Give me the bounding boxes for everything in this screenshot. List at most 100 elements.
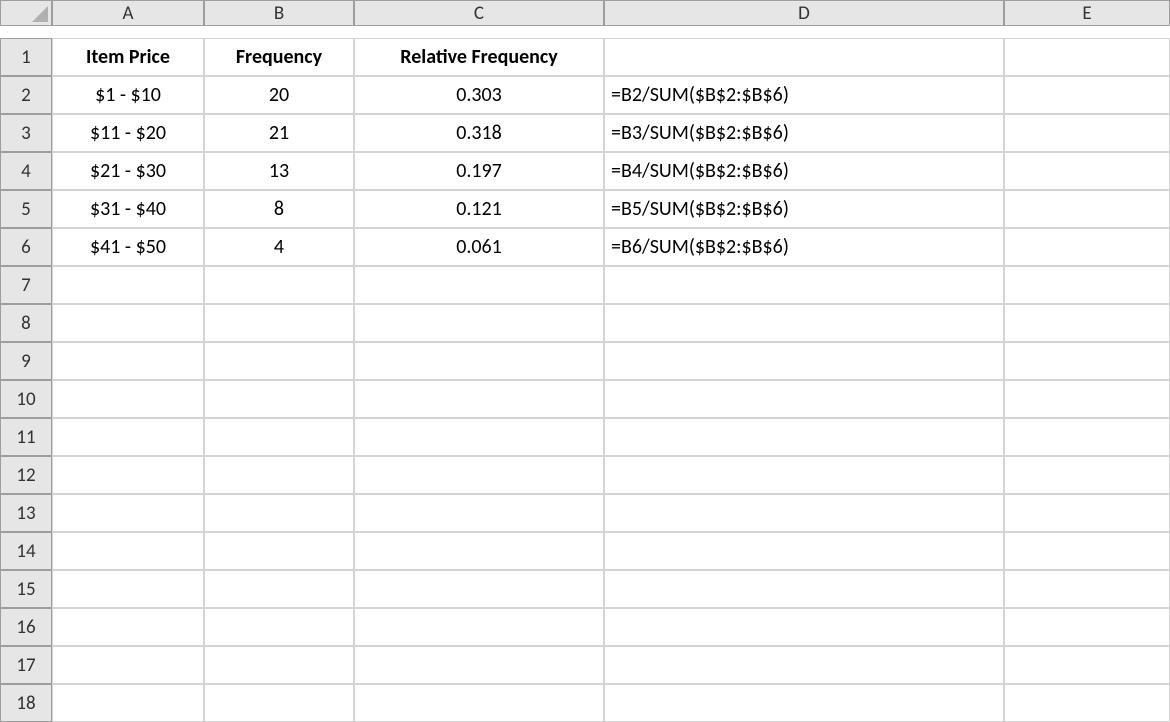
cell-C5[interactable]: 0.121 [354,190,604,228]
cell-B4[interactable]: 13 [204,152,354,190]
cell-E7[interactable] [1004,266,1170,304]
cell-D2[interactable]: =B2/SUM($B$2:$B$6) [604,76,1004,114]
cell-E13[interactable] [1004,494,1170,532]
cell-C8[interactable] [354,304,604,342]
cell-C15[interactable] [354,570,604,608]
row-header-1[interactable]: 1 [0,38,52,76]
cell-C12[interactable] [354,456,604,494]
cell-B17[interactable] [204,646,354,684]
cell-A15[interactable] [52,570,204,608]
cell-B12[interactable] [204,456,354,494]
cell-E2[interactable] [1004,76,1170,114]
cell-A17[interactable] [52,646,204,684]
cell-D14[interactable] [604,532,1004,570]
cell-D7[interactable] [604,266,1004,304]
cell-A1[interactable]: Item Price [52,38,204,76]
row-header-5[interactable]: 5 [0,190,52,228]
col-header-A[interactable]: A [52,0,204,26]
cell-C17[interactable] [354,646,604,684]
cell-E4[interactable] [1004,152,1170,190]
row-header-10[interactable]: 10 [0,380,52,418]
cell-B10[interactable] [204,380,354,418]
cell-A13[interactable] [52,494,204,532]
row-header-4[interactable]: 4 [0,152,52,190]
cell-B7[interactable] [204,266,354,304]
cell-E18[interactable] [1004,684,1170,722]
row-header-11[interactable]: 11 [0,418,52,456]
cell-D11[interactable] [604,418,1004,456]
row-header-16[interactable]: 16 [0,608,52,646]
cell-A8[interactable] [52,304,204,342]
cell-C10[interactable] [354,380,604,418]
row-header-12[interactable]: 12 [0,456,52,494]
row-header-3[interactable]: 3 [0,114,52,152]
cell-B15[interactable] [204,570,354,608]
cell-D10[interactable] [604,380,1004,418]
cell-E17[interactable] [1004,646,1170,684]
cell-E1[interactable] [1004,38,1170,76]
select-all-corner[interactable] [0,0,52,26]
spreadsheet-grid[interactable]: A B C D E 1 Item Price Frequency Relativ… [0,0,1170,722]
cell-C1[interactable]: Relative Frequency [354,38,604,76]
cell-B9[interactable] [204,342,354,380]
cell-C11[interactable] [354,418,604,456]
row-header-15[interactable]: 15 [0,570,52,608]
cell-C16[interactable] [354,608,604,646]
cell-B16[interactable] [204,608,354,646]
cell-D12[interactable] [604,456,1004,494]
cell-E14[interactable] [1004,532,1170,570]
cell-A4[interactable]: $21 - $30 [52,152,204,190]
cell-A3[interactable]: $11 - $20 [52,114,204,152]
row-header-6[interactable]: 6 [0,228,52,266]
cell-A5[interactable]: $31 - $40 [52,190,204,228]
cell-B1[interactable]: Frequency [204,38,354,76]
cell-D16[interactable] [604,608,1004,646]
cell-C2[interactable]: 0.303 [354,76,604,114]
row-header-8[interactable]: 8 [0,304,52,342]
cell-E3[interactable] [1004,114,1170,152]
cell-C4[interactable]: 0.197 [354,152,604,190]
cell-A10[interactable] [52,380,204,418]
cell-D13[interactable] [604,494,1004,532]
cell-A14[interactable] [52,532,204,570]
row-header-17[interactable]: 17 [0,646,52,684]
cell-D9[interactable] [604,342,1004,380]
cell-A9[interactable] [52,342,204,380]
cell-C3[interactable]: 0.318 [354,114,604,152]
cell-B5[interactable]: 8 [204,190,354,228]
cell-A12[interactable] [52,456,204,494]
cell-C9[interactable] [354,342,604,380]
row-header-18[interactable]: 18 [0,684,52,722]
cell-C18[interactable] [354,684,604,722]
cell-A2[interactable]: $1 - $10 [52,76,204,114]
cell-D3[interactable]: =B3/SUM($B$2:$B$6) [604,114,1004,152]
col-header-C[interactable]: C [354,0,604,26]
row-header-9[interactable]: 9 [0,342,52,380]
cell-E10[interactable] [1004,380,1170,418]
cell-E5[interactable] [1004,190,1170,228]
cell-B18[interactable] [204,684,354,722]
cell-A16[interactable] [52,608,204,646]
cell-E15[interactable] [1004,570,1170,608]
cell-C6[interactable]: 0.061 [354,228,604,266]
cell-B11[interactable] [204,418,354,456]
col-header-B[interactable]: B [204,0,354,26]
cell-E16[interactable] [1004,608,1170,646]
cell-D15[interactable] [604,570,1004,608]
cell-B13[interactable] [204,494,354,532]
cell-D18[interactable] [604,684,1004,722]
cell-E11[interactable] [1004,418,1170,456]
row-header-14[interactable]: 14 [0,532,52,570]
cell-E12[interactable] [1004,456,1170,494]
row-header-7[interactable]: 7 [0,266,52,304]
cell-E8[interactable] [1004,304,1170,342]
cell-D1[interactable] [604,38,1004,76]
cell-D6[interactable]: =B6/SUM($B$2:$B$6) [604,228,1004,266]
cell-C14[interactable] [354,532,604,570]
cell-B8[interactable] [204,304,354,342]
cell-D17[interactable] [604,646,1004,684]
col-header-D[interactable]: D [604,0,1004,26]
row-header-13[interactable]: 13 [0,494,52,532]
col-header-E[interactable]: E [1004,0,1170,26]
cell-B2[interactable]: 20 [204,76,354,114]
